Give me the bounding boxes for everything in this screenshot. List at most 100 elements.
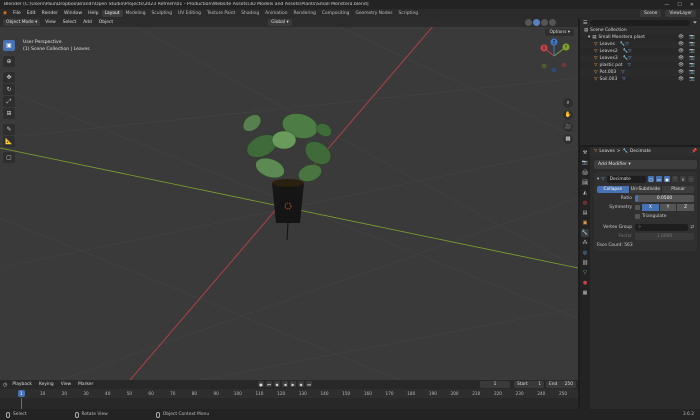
tab-shading[interactable]: Shading <box>238 10 262 17</box>
render-toggle-icon[interactable]: ▣ <box>664 176 670 182</box>
triangulate-checkbox[interactable] <box>635 214 640 219</box>
symmetry-checkbox[interactable] <box>635 205 640 210</box>
start-frame-field[interactable]: Start 1 <box>514 381 544 388</box>
tab-layout[interactable]: Layout <box>101 10 123 17</box>
cursor-icon[interactable]: ⊕ <box>3 56 15 67</box>
axis-x-button[interactable]: X <box>642 204 659 211</box>
record-icon[interactable]: ● <box>258 381 264 387</box>
ruler-current-frame[interactable]: 1 <box>18 390 25 397</box>
blender-logo-icon[interactable]: ◉ <box>0 11 10 16</box>
timeline-track[interactable] <box>0 398 578 409</box>
factor-field[interactable]: 1.0000 <box>635 233 694 240</box>
rendered-shading-icon[interactable] <box>549 19 556 26</box>
solid-shading-icon[interactable] <box>533 19 540 26</box>
edit-mode-toggle-icon[interactable]: ▢ <box>648 176 654 182</box>
camera-view-icon[interactable]: 🎥 <box>563 122 573 132</box>
scene-tab-icon[interactable]: ◭ <box>581 189 589 197</box>
menu-view[interactable]: View <box>43 20 57 25</box>
modifier-name-field[interactable]: Decimate <box>606 175 646 183</box>
invert-icon[interactable]: ⇄ <box>690 225 694 230</box>
menu-keying[interactable]: Keying <box>37 382 56 387</box>
jump-start-icon[interactable]: ⏮ <box>266 381 272 387</box>
add-modifier-button[interactable]: Add Modifier ▾ <box>594 160 697 169</box>
tab-modeling[interactable]: Modeling <box>123 10 149 17</box>
axis-z-button[interactable]: Z <box>677 204 695 211</box>
play-icon[interactable]: ▶ <box>290 381 296 387</box>
tab-uv-editing[interactable]: UV Editing <box>175 10 204 17</box>
menu-edit[interactable]: Edit <box>24 11 39 16</box>
filter-icon[interactable]: ⏷ <box>693 20 697 26</box>
menu-playback[interactable]: Playback <box>10 382 34 387</box>
select-box-icon[interactable]: ▣ <box>3 40 15 51</box>
outliner-row-object[interactable]: ▽ Soil.003 ▽ 👁 📷 <box>580 76 700 83</box>
material-shading-icon[interactable] <box>541 19 548 26</box>
remove-modifier-icon[interactable]: ✕ <box>680 176 686 182</box>
pan-hand-icon[interactable]: ✋ <box>563 110 573 120</box>
add-cube-icon[interactable]: ▢ <box>3 152 15 163</box>
outliner-search-input[interactable] <box>590 19 690 26</box>
object-tab-icon[interactable]: ▣ <box>581 219 589 227</box>
transform-orientation-selector[interactable]: Global ▾ <box>268 19 292 26</box>
outliner-row-object[interactable]: ▽ Leaves3 🔧▽ 👁 📷 <box>580 55 700 62</box>
options-button[interactable]: Options ▾ <box>545 29 574 36</box>
expand-icon[interactable]: ▾ <box>588 35 590 40</box>
pin-icon[interactable]: 📌 <box>692 149 697 154</box>
prev-keyframe-icon[interactable]: ◆ <box>274 381 280 387</box>
navigation-gizmo[interactable]: X Y Z <box>536 38 572 74</box>
axis-y-button[interactable]: Y <box>659 204 677 211</box>
visibility-icons[interactable]: 👁 📷 <box>678 35 697 40</box>
measure-icon[interactable]: 📐 <box>3 136 15 147</box>
dropdown-chevron-icon[interactable]: ˅ <box>672 176 678 182</box>
tab-sculpting[interactable]: Sculpting <box>149 10 176 17</box>
menu-window[interactable]: Window <box>61 11 85 16</box>
grid-view-icon[interactable]: ▦ <box>563 134 573 144</box>
physics-tab-icon[interactable]: ◎ <box>581 249 589 257</box>
end-frame-field[interactable]: End 250 <box>546 381 576 388</box>
zoom-icon[interactable]: ⌕ <box>563 98 573 108</box>
scale-icon[interactable]: ⤢ <box>3 96 15 107</box>
texture-tab-icon[interactable]: ▦ <box>581 289 589 297</box>
rotate-icon[interactable]: ↻ <box>3 84 15 95</box>
outliner-row-collection[interactable]: ▾ ▤ Small Monstera plant 👁 📷 <box>580 34 700 41</box>
current-frame-field[interactable]: 1 <box>480 381 510 388</box>
timeline-editor-type-icon[interactable]: ◷ <box>3 382 7 388</box>
drag-handle-icon[interactable]: ⋮ <box>688 176 694 182</box>
view-layer-tab-icon[interactable]: 🖼 <box>581 179 589 187</box>
move-icon[interactable]: ✥ <box>3 72 15 83</box>
next-keyframe-icon[interactable]: ◆ <box>298 381 304 387</box>
modifier-tab-icon[interactable]: 🔧 <box>581 229 589 237</box>
viewlayer-selector[interactable]: ViewLayer <box>665 10 696 17</box>
wireframe-shading-icon[interactable] <box>525 19 532 26</box>
visibility-icons[interactable]: 👁 📷 <box>678 70 697 75</box>
annotate-icon[interactable]: ✎ <box>3 124 15 135</box>
mode-selector[interactable]: Object Mode ▾ <box>3 19 41 26</box>
mode-collapse-button[interactable]: Collapse <box>597 186 630 193</box>
mode-planar-button[interactable]: Planar <box>662 186 695 193</box>
close-button[interactable]: ✕ <box>690 2 694 8</box>
menu-help[interactable]: Help <box>85 11 101 16</box>
visibility-icons[interactable]: 👁 📷 <box>678 49 697 54</box>
material-tab-icon[interactable]: ● <box>581 279 589 287</box>
menu-select[interactable]: Select <box>61 20 79 25</box>
particles-tab-icon[interactable]: ⁂ <box>581 239 589 247</box>
viewport-toggle-icon[interactable]: ▭ <box>656 176 662 182</box>
visibility-icons[interactable]: 👁 📷 <box>678 56 697 61</box>
visibility-icons[interactable]: 👁 📷 <box>678 42 697 47</box>
minimize-button[interactable]: — <box>664 2 669 8</box>
jump-end-icon[interactable]: ⏭ <box>306 381 312 387</box>
outliner-display-icon[interactable]: ☰ <box>583 20 587 26</box>
tab-compositing[interactable]: Compositing <box>319 10 353 17</box>
tab-geometry-nodes[interactable]: Geometry Nodes <box>352 10 395 17</box>
3d-viewport[interactable]: Object Mode ▾ View Select Add Object Glo… <box>0 18 578 380</box>
world-tab-icon[interactable]: ◍ <box>581 199 589 207</box>
menu-marker[interactable]: Marker <box>76 382 95 387</box>
scene-selector[interactable]: Scene <box>639 10 662 17</box>
tab-animation[interactable]: Animation <box>262 10 290 17</box>
outliner-row-object[interactable]: ▽ Pot.003 ▽ 👁 📷 <box>580 69 700 76</box>
vertex-group-field[interactable]: ⁘ <box>635 224 689 231</box>
visibility-icons[interactable]: 👁 📷 <box>678 63 697 68</box>
ratio-slider[interactable]: 0.0500 <box>635 195 694 202</box>
menu-object[interactable]: Object <box>97 20 115 25</box>
tab-rendering[interactable]: Rendering <box>291 10 319 17</box>
outliner-row-object[interactable]: ▽ Leaves2 🔧▽ 👁 📷 <box>580 48 700 55</box>
